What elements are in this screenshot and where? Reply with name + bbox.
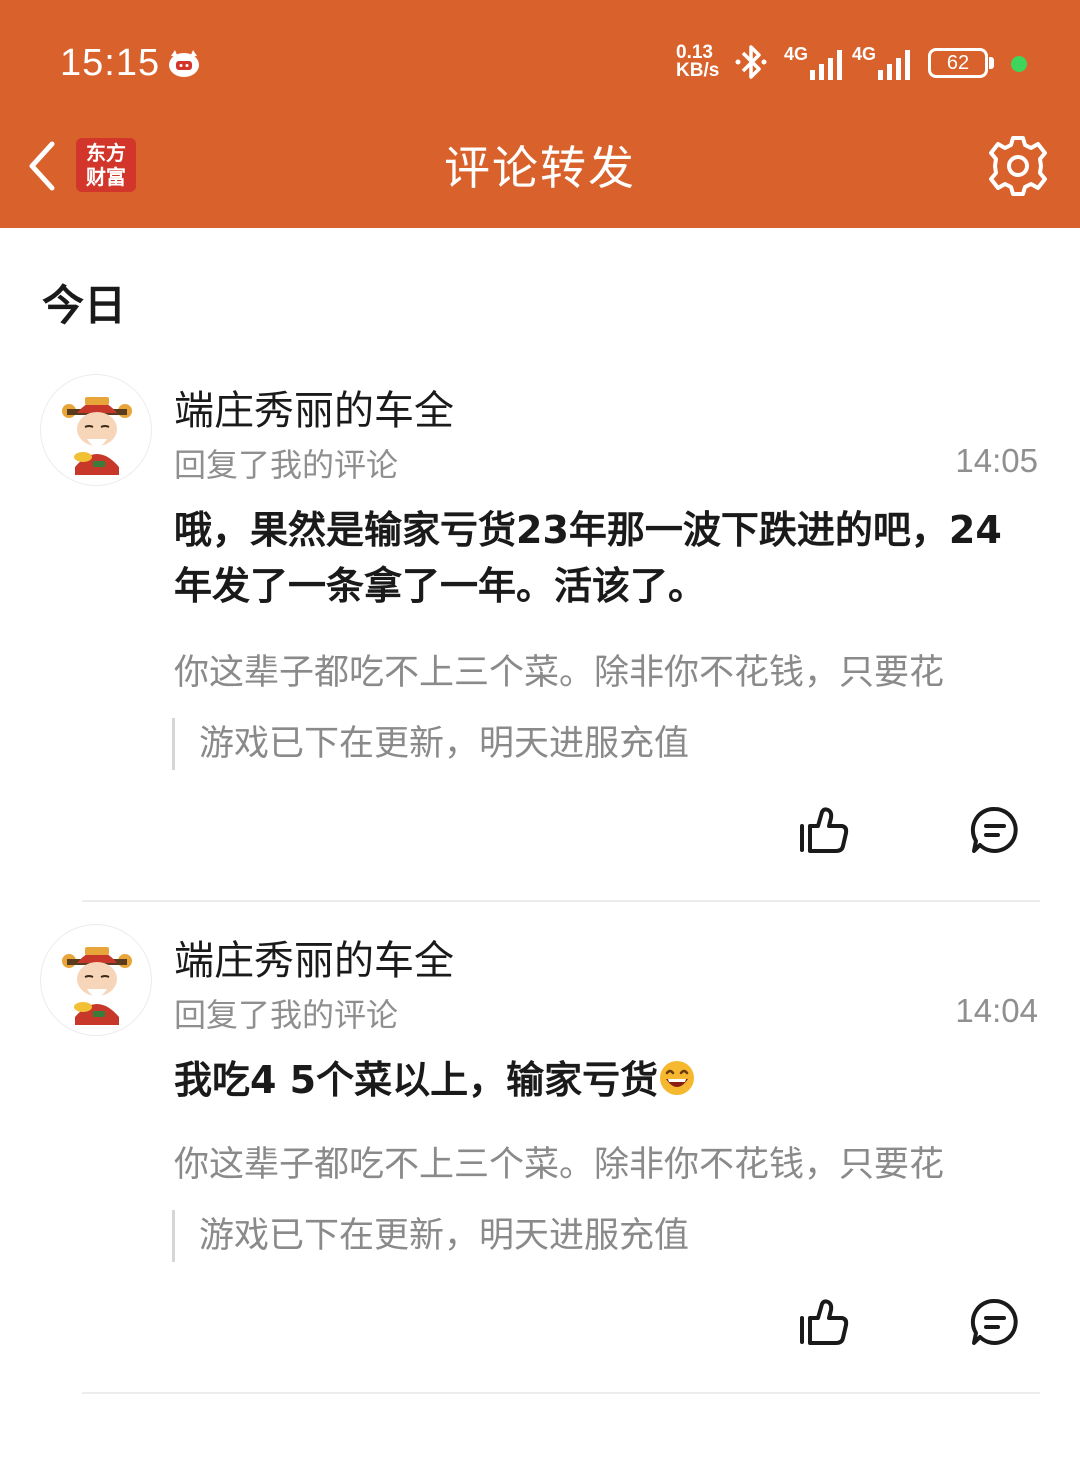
reply-content: 我吃4 5个菜以上，输家亏货 — [174, 1058, 659, 1102]
reply-time: 14:05 — [955, 442, 1038, 479]
avatar[interactable] — [40, 374, 152, 486]
reply-action-text: 回复了我的评论 — [174, 996, 399, 1034]
like-thumb-icon[interactable] — [798, 1298, 850, 1346]
signal-indicator-1: 4G — [784, 44, 848, 80]
signal-bars-icon — [878, 50, 910, 80]
battery-icon: 62 — [928, 48, 994, 80]
signal-bars-icon — [810, 50, 842, 80]
battery-level: 62 — [946, 52, 970, 74]
user-name[interactable]: 端庄秀丽的车全 — [174, 378, 454, 436]
network-speed: 0.13 KB/s — [676, 43, 720, 81]
top-header: 15:15 0.13 KB/s 4G 4G 62 东方 财富 评论转发 — [0, 0, 1080, 228]
comment-item[interactable]: 端庄秀丽的车全 回复了我的评论 14:05 哦，果然是输家亏货23年那一波下跌进… — [0, 372, 1080, 902]
user-name[interactable]: 端庄秀丽的车全 — [174, 928, 454, 986]
settings-gear-icon[interactable] — [984, 132, 1052, 200]
quoted-post[interactable]: 游戏已下在更新，明天进服充值 — [172, 1210, 1032, 1262]
page-title: 评论转发 — [444, 141, 636, 195]
status-time: 15:15 — [60, 42, 161, 84]
reply-comment-icon[interactable] — [970, 1297, 1020, 1347]
avatar[interactable] — [40, 924, 152, 1036]
signal-label-2: 4G — [852, 44, 877, 64]
signal-label-1: 4G — [784, 44, 809, 64]
avatar-god-of-wealth-image — [62, 947, 132, 1025]
network-speed-unit: KB/s — [676, 60, 720, 81]
like-thumb-icon[interactable] — [798, 806, 850, 854]
section-title-today: 今日 — [42, 281, 127, 330]
reply-comment-icon[interactable] — [970, 805, 1020, 855]
signal-indicator-2: 4G — [852, 44, 916, 80]
comment-item[interactable]: 端庄秀丽的车全 回复了我的评论 14:04 我吃4 5个菜以上，输家亏货 你这辈… — [0, 922, 1080, 1396]
my-original-comment[interactable]: 你这辈子都吃不上三个菜。除非你不花钱，只要花 — [174, 644, 1040, 695]
laughing-emoji-icon — [660, 1061, 695, 1095]
privacy-indicator-dot — [1011, 56, 1027, 72]
reply-time: 14:04 — [955, 992, 1038, 1029]
avatar-god-of-wealth-image — [62, 397, 132, 475]
item-divider — [82, 900, 1040, 902]
quoted-post[interactable]: 游戏已下在更新，明天进服充值 — [172, 718, 1032, 770]
bluetooth-icon — [735, 45, 767, 79]
reply-content-wrapper[interactable]: 我吃4 5个菜以上，输家亏货 — [174, 1052, 1004, 1108]
reply-content[interactable]: 哦，果然是输家亏货23年那一波下跌进的吧，24年发了一条拿了一年。活该了。 — [174, 502, 1004, 614]
notification-pig-icon — [169, 50, 199, 77]
item-divider — [82, 1392, 1040, 1394]
my-original-comment[interactable]: 你这辈子都吃不上三个菜。除非你不花钱，只要花 — [174, 1136, 1040, 1187]
battery-nub — [989, 57, 994, 69]
reply-action-text: 回复了我的评论 — [174, 446, 399, 484]
